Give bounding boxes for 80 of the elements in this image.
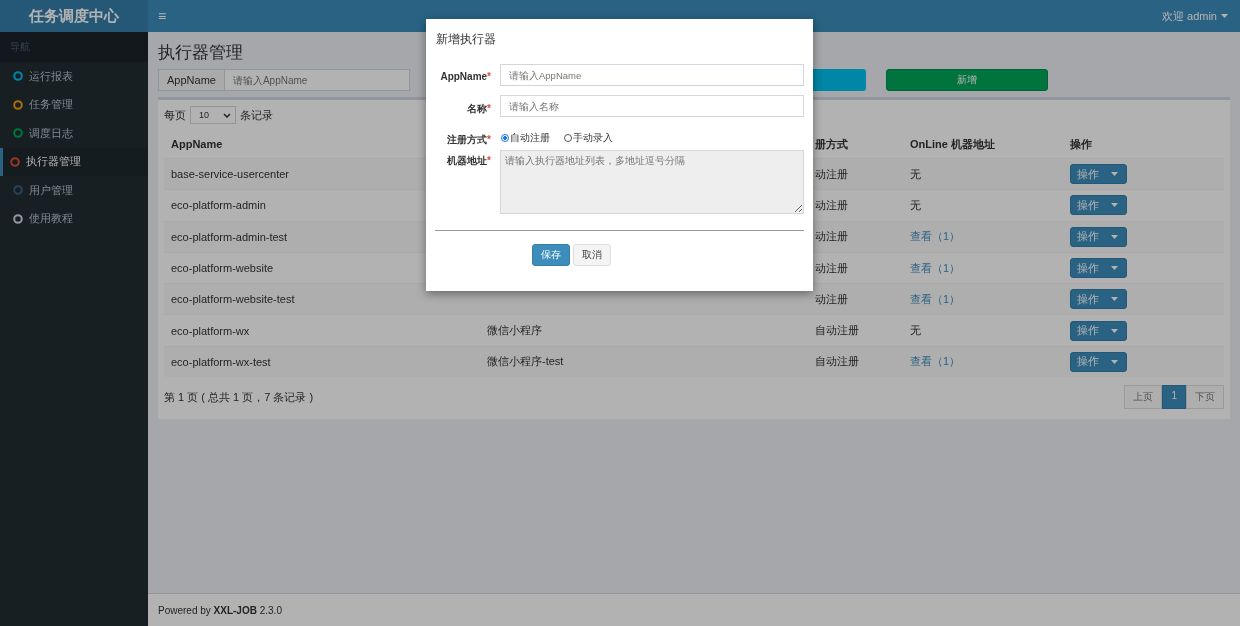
column-header: 册方式 (815, 137, 848, 150)
table-cell: 微信小程序 (487, 324, 542, 337)
table-cell: eco-platform-wx-test (171, 355, 271, 368)
view-link[interactable]: 查看（1） (910, 261, 961, 274)
sidebar-item[interactable]: 执行器管理 (0, 147, 148, 176)
page-size-select[interactable]: 10 (190, 106, 236, 124)
table-cell: eco-platform-admin-test (171, 230, 288, 243)
input-field[interactable]: 请输入AppName (500, 64, 804, 86)
action-dropdown-button[interactable]: 操作 (1070, 289, 1127, 310)
table-cell: 无 (910, 167, 921, 180)
sidebar-item[interactable]: 用户管理 (0, 176, 148, 205)
view-link[interactable]: 查看（1） (910, 355, 961, 368)
field-label: 名称 (467, 103, 488, 114)
action-dropdown-button[interactable]: 操作 (1070, 226, 1127, 247)
column-header: AppName (171, 138, 223, 150)
table-cell: 动注册 (815, 230, 848, 243)
sidebar-item[interactable]: 任务管理 (0, 90, 148, 119)
table-cell: eco-platform-wx (171, 324, 250, 337)
page-link[interactable]: 1 (1162, 385, 1186, 410)
required-mark: * (487, 71, 491, 82)
caret-icon (1111, 328, 1118, 333)
table-cell: 无 (910, 324, 921, 337)
page-summary: 第 1 页 ( 总共 1 页，7 条记录 ) (164, 389, 314, 405)
field-label: 注册方式 (447, 133, 488, 145)
required-mark: * (487, 155, 491, 166)
page-size-label: 条记录 (240, 107, 273, 123)
caret-icon (1111, 203, 1118, 208)
input-field[interactable]: 请输入名称 (500, 95, 804, 117)
view-link[interactable]: 查看（1） (910, 292, 961, 305)
sidebar-item[interactable]: 调度日志 (0, 119, 148, 148)
field-label: 机器地址 (447, 155, 488, 166)
field-label: AppName (440, 71, 488, 82)
radio-option[interactable]: 自动注册 (501, 131, 550, 145)
search-field[interactable]: 请输入AppName (224, 69, 410, 91)
action-dropdown-button[interactable]: 操作 (1070, 164, 1127, 185)
sidebar-item[interactable]: 运行报表 (0, 62, 148, 91)
table-cell: 微信小程序-test (487, 355, 564, 368)
table-cell: eco-platform-website-test (171, 293, 295, 306)
chevron-icon (223, 112, 231, 118)
page-link[interactable]: 下页 (1186, 385, 1224, 410)
action-dropdown-button[interactable]: 操作 (1070, 258, 1127, 279)
save-button[interactable]: 保存 (532, 244, 570, 266)
column-header: OnLine 机器地址 (910, 137, 995, 150)
caret-icon (1111, 297, 1118, 302)
required-mark: * (487, 103, 491, 114)
caret-icon (1111, 359, 1118, 364)
menu-icon[interactable]: ≡ (158, 8, 167, 24)
add-button[interactable]: 新增 (886, 69, 1048, 91)
table-cell: 动注册 (815, 198, 848, 211)
action-dropdown-button[interactable]: 操作 (1070, 351, 1127, 372)
page-link[interactable]: 上页 (1124, 385, 1163, 410)
input-addon: AppName (158, 69, 225, 91)
address-textarea[interactable]: 请输入执行器地址列表，多地址逗号分隔 (500, 150, 804, 214)
action-dropdown-button[interactable]: 操作 (1070, 320, 1127, 341)
column-header: 操作 (1070, 137, 1092, 150)
view-link[interactable]: 查看（1） (910, 230, 961, 243)
table-cell: 自动注册 (815, 324, 859, 337)
cancel-button[interactable]: 取消 (573, 244, 611, 266)
caret-icon (1111, 172, 1118, 177)
table-cell: 无 (910, 198, 921, 211)
page-title: 执行器管理 (158, 43, 243, 62)
sidebar-item[interactable]: 使用教程 (0, 204, 148, 233)
caret-icon (1221, 14, 1228, 18)
user-menu[interactable]: 欢迎 admin (1161, 8, 1228, 24)
required-mark: * (487, 133, 491, 145)
table-cell: eco-platform-website (171, 262, 274, 275)
page-size-label: 每页 (164, 107, 186, 123)
action-dropdown-button[interactable]: 操作 (1070, 195, 1127, 216)
modal-title: 新增执行器 (435, 31, 497, 48)
table-cell: 自动注册 (815, 355, 859, 368)
powered-by-text: Powered by XXL-JOB 2.3.0 (158, 604, 282, 616)
table-cell: 动注册 (815, 167, 848, 180)
table-cell: base-service-usercenter (171, 168, 289, 181)
caret-icon (1111, 266, 1118, 271)
table-cell: 动注册 (815, 261, 848, 274)
table-cell: eco-platform-admin (171, 199, 266, 212)
app-logo: 任务调度中心 (0, 0, 148, 32)
radio-option[interactable]: 手动录入 (564, 131, 613, 145)
table-cell: 动注册 (815, 292, 848, 305)
caret-icon (1111, 234, 1118, 239)
